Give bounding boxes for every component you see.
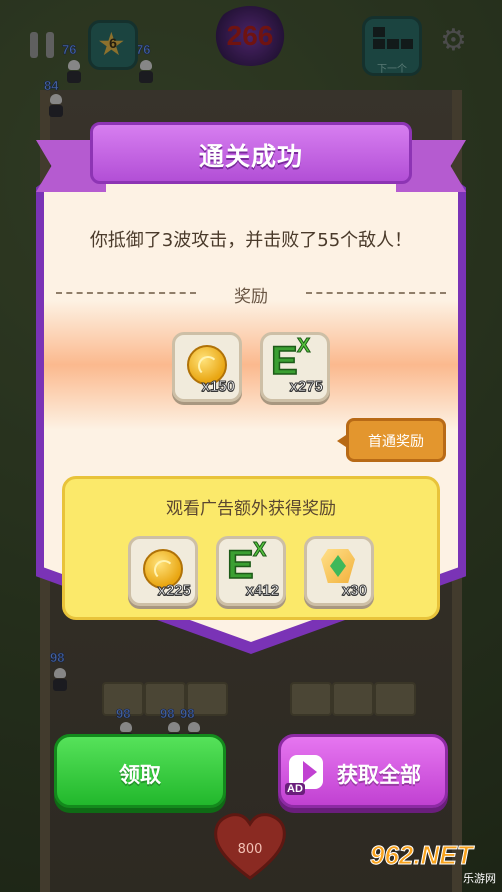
claim-all-label: 获取全部 (337, 763, 421, 787)
reward-item-gold: x150 (172, 332, 242, 402)
reward-label: 奖励 (234, 287, 268, 307)
first-clear-tag: 首通奖励 (337, 418, 446, 462)
gem-shard-icon (321, 549, 355, 583)
base-hp: 800 (237, 842, 263, 857)
video-ad-icon: AD (285, 755, 323, 795)
base-heart: 800 (212, 812, 288, 882)
first-clear-label: 首通奖励 (368, 434, 424, 450)
site-watermark: 962.NET 乐游网 (370, 840, 496, 886)
divider-right (306, 292, 446, 294)
watermark-logo: 962.NET (370, 840, 474, 871)
ad-reward-item-gold: x225 (128, 536, 198, 606)
claim-button[interactable]: 领取 (54, 734, 226, 808)
ad-reward-item-exp: EX x412 (216, 536, 286, 606)
exp-icon: EX (226, 539, 267, 588)
watermark-subtitle: 乐游网 (463, 872, 496, 885)
claim-all-ad-button[interactable]: AD 获取全部 (278, 734, 448, 808)
reward-highlight-band (44, 300, 458, 430)
claim-button-label: 领取 (119, 763, 161, 787)
result-message: 你抵御了3波攻击，并击败了55个敌人！ (89, 230, 413, 251)
ad-reward-item-gem: x30 (304, 536, 374, 606)
reward-item-exp: EX x275 (260, 332, 330, 402)
play-icon (303, 761, 317, 783)
ad-bonus-title: 观看广告额外获得奖励 (166, 499, 336, 519)
reward-amount: x225 (157, 582, 191, 600)
dialog-title: 通关成功 (198, 142, 303, 171)
reward-amount: x275 (289, 378, 323, 396)
reward-amount: x412 (245, 582, 279, 600)
reward-amount: x30 (341, 582, 367, 600)
title-ribbon: 通关成功 (90, 122, 412, 184)
divider-left (56, 292, 196, 294)
ad-badge: AD (285, 783, 305, 795)
exp-icon: EX (270, 335, 311, 384)
reward-amount: x150 (201, 378, 235, 396)
